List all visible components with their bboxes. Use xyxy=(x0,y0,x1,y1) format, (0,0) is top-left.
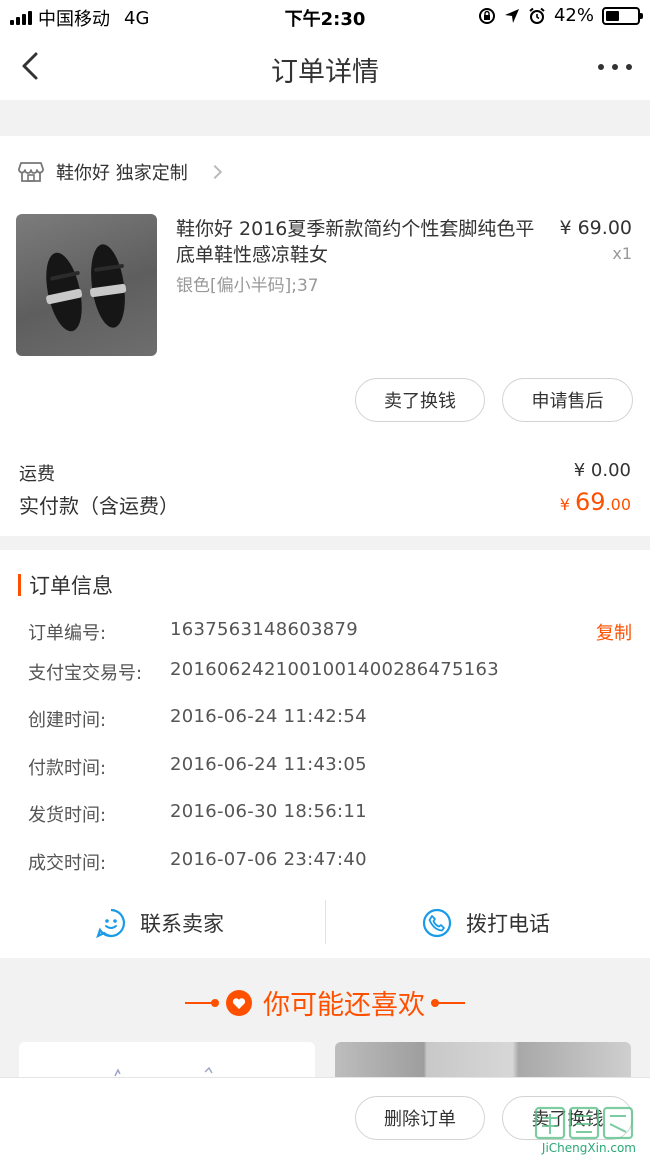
info-label: 订单编号: xyxy=(28,623,107,644)
info-row-paid-time: 付款时间: 2016-06-24 11:43:05 xyxy=(28,754,632,780)
nav-bar: 订单详情 xyxy=(0,34,650,100)
info-row-order-number: 订单编号: 1637563148603879 复制 xyxy=(28,619,632,645)
info-label: 成交时间: xyxy=(28,853,107,874)
shop-icon xyxy=(18,162,44,182)
heart-icon xyxy=(226,989,252,1016)
info-value: 1637563148603879 xyxy=(170,619,359,640)
shipping-label: 运费 xyxy=(19,464,55,485)
recommend-header: 你可能还喜欢 xyxy=(0,983,650,1022)
chat-icon xyxy=(96,908,126,938)
call-phone-label: 拨打电话 xyxy=(466,912,550,936)
resell-button[interactable]: 卖了换钱 xyxy=(355,378,485,422)
delete-order-button[interactable]: 删除订单 xyxy=(355,1096,485,1140)
status-right: 42% xyxy=(478,5,643,26)
info-value: 2016-06-24 11:42:54 xyxy=(170,706,367,727)
paid-label: 实付款（含运费） xyxy=(19,494,179,518)
product-price: ¥ 69.00 xyxy=(559,217,632,239)
order-info-title-text: 订单信息 xyxy=(29,574,113,598)
product-image[interactable] xyxy=(16,214,157,356)
info-label: 发货时间: xyxy=(28,805,107,826)
shop-name: 鞋你好 独家定制 xyxy=(56,163,188,184)
more-icon[interactable] xyxy=(598,52,632,82)
status-bar: 中国移动 4G 下午2:30 42% xyxy=(0,0,650,34)
paid-integer: 69 xyxy=(575,488,606,516)
copy-button[interactable]: 复制 xyxy=(596,619,632,645)
watermark-logo: JiChengXin.com xyxy=(504,1104,644,1155)
decor-line-left xyxy=(185,998,219,1007)
info-value: 2016-06-24 11:43:05 xyxy=(170,754,367,775)
chevron-right-icon xyxy=(207,164,222,180)
info-value: 2016-06-30 18:56:11 xyxy=(170,801,367,822)
page-title: 订单详情 xyxy=(271,57,379,88)
alarm-icon xyxy=(529,7,545,24)
shop-link[interactable]: 鞋你好 独家定制 xyxy=(18,158,222,186)
shipping-value: ¥ 0.00 xyxy=(573,460,631,481)
contact-seller-button[interactable]: 联系卖家 xyxy=(96,900,224,946)
product-sku: 银色[偏小半码];37 xyxy=(176,276,319,296)
orientation-lock-icon xyxy=(478,7,495,24)
watermark-text: JiChengXin.com xyxy=(541,1141,636,1155)
watermark-glyphs xyxy=(534,1106,634,1140)
info-row-shipped-time: 发货时间: 2016-06-30 18:56:11 xyxy=(28,801,632,827)
info-value: 2016-07-06 23:47:40 xyxy=(170,849,367,870)
info-row-created-time: 创建时间: 2016-06-24 11:42:54 xyxy=(28,706,632,732)
battery-percent: 42% xyxy=(553,5,594,26)
contact-divider xyxy=(325,900,326,944)
call-phone-button[interactable]: 拨打电话 xyxy=(422,900,550,946)
info-value: 2016062421001001400286475163 xyxy=(170,659,500,680)
product-title[interactable]: 鞋你好 2016夏季新款简约个性套脚纯色平底单鞋性感凉鞋女 xyxy=(176,216,542,268)
order-info-title: 订单信息 xyxy=(18,570,113,600)
contact-seller-label: 联系卖家 xyxy=(140,912,224,936)
battery-icon xyxy=(602,6,643,25)
decor-line-right xyxy=(431,998,465,1007)
location-icon xyxy=(504,8,519,23)
info-row-completed-time: 成交时间: 2016-07-06 23:47:40 xyxy=(28,849,632,875)
product-quantity: x1 xyxy=(612,244,632,263)
phone-icon xyxy=(422,908,452,938)
paid-currency: ¥ xyxy=(559,495,575,514)
info-label: 创建时间: xyxy=(28,710,107,731)
after-sales-button[interactable]: 申请售后 xyxy=(502,378,633,422)
section-accent-bar xyxy=(18,574,21,596)
info-row-alipay-trade-number: 支付宝交易号: 2016062421001001400286475163 xyxy=(28,659,632,685)
paid-value: ¥ 69.00 xyxy=(560,488,631,516)
recommend-title: 你可能还喜欢 xyxy=(263,990,425,1021)
sandal-illustration xyxy=(46,244,127,332)
info-label: 支付宝交易号: xyxy=(28,663,143,684)
paid-decimal: .00 xyxy=(605,495,631,514)
info-label: 付款时间: xyxy=(28,758,107,779)
